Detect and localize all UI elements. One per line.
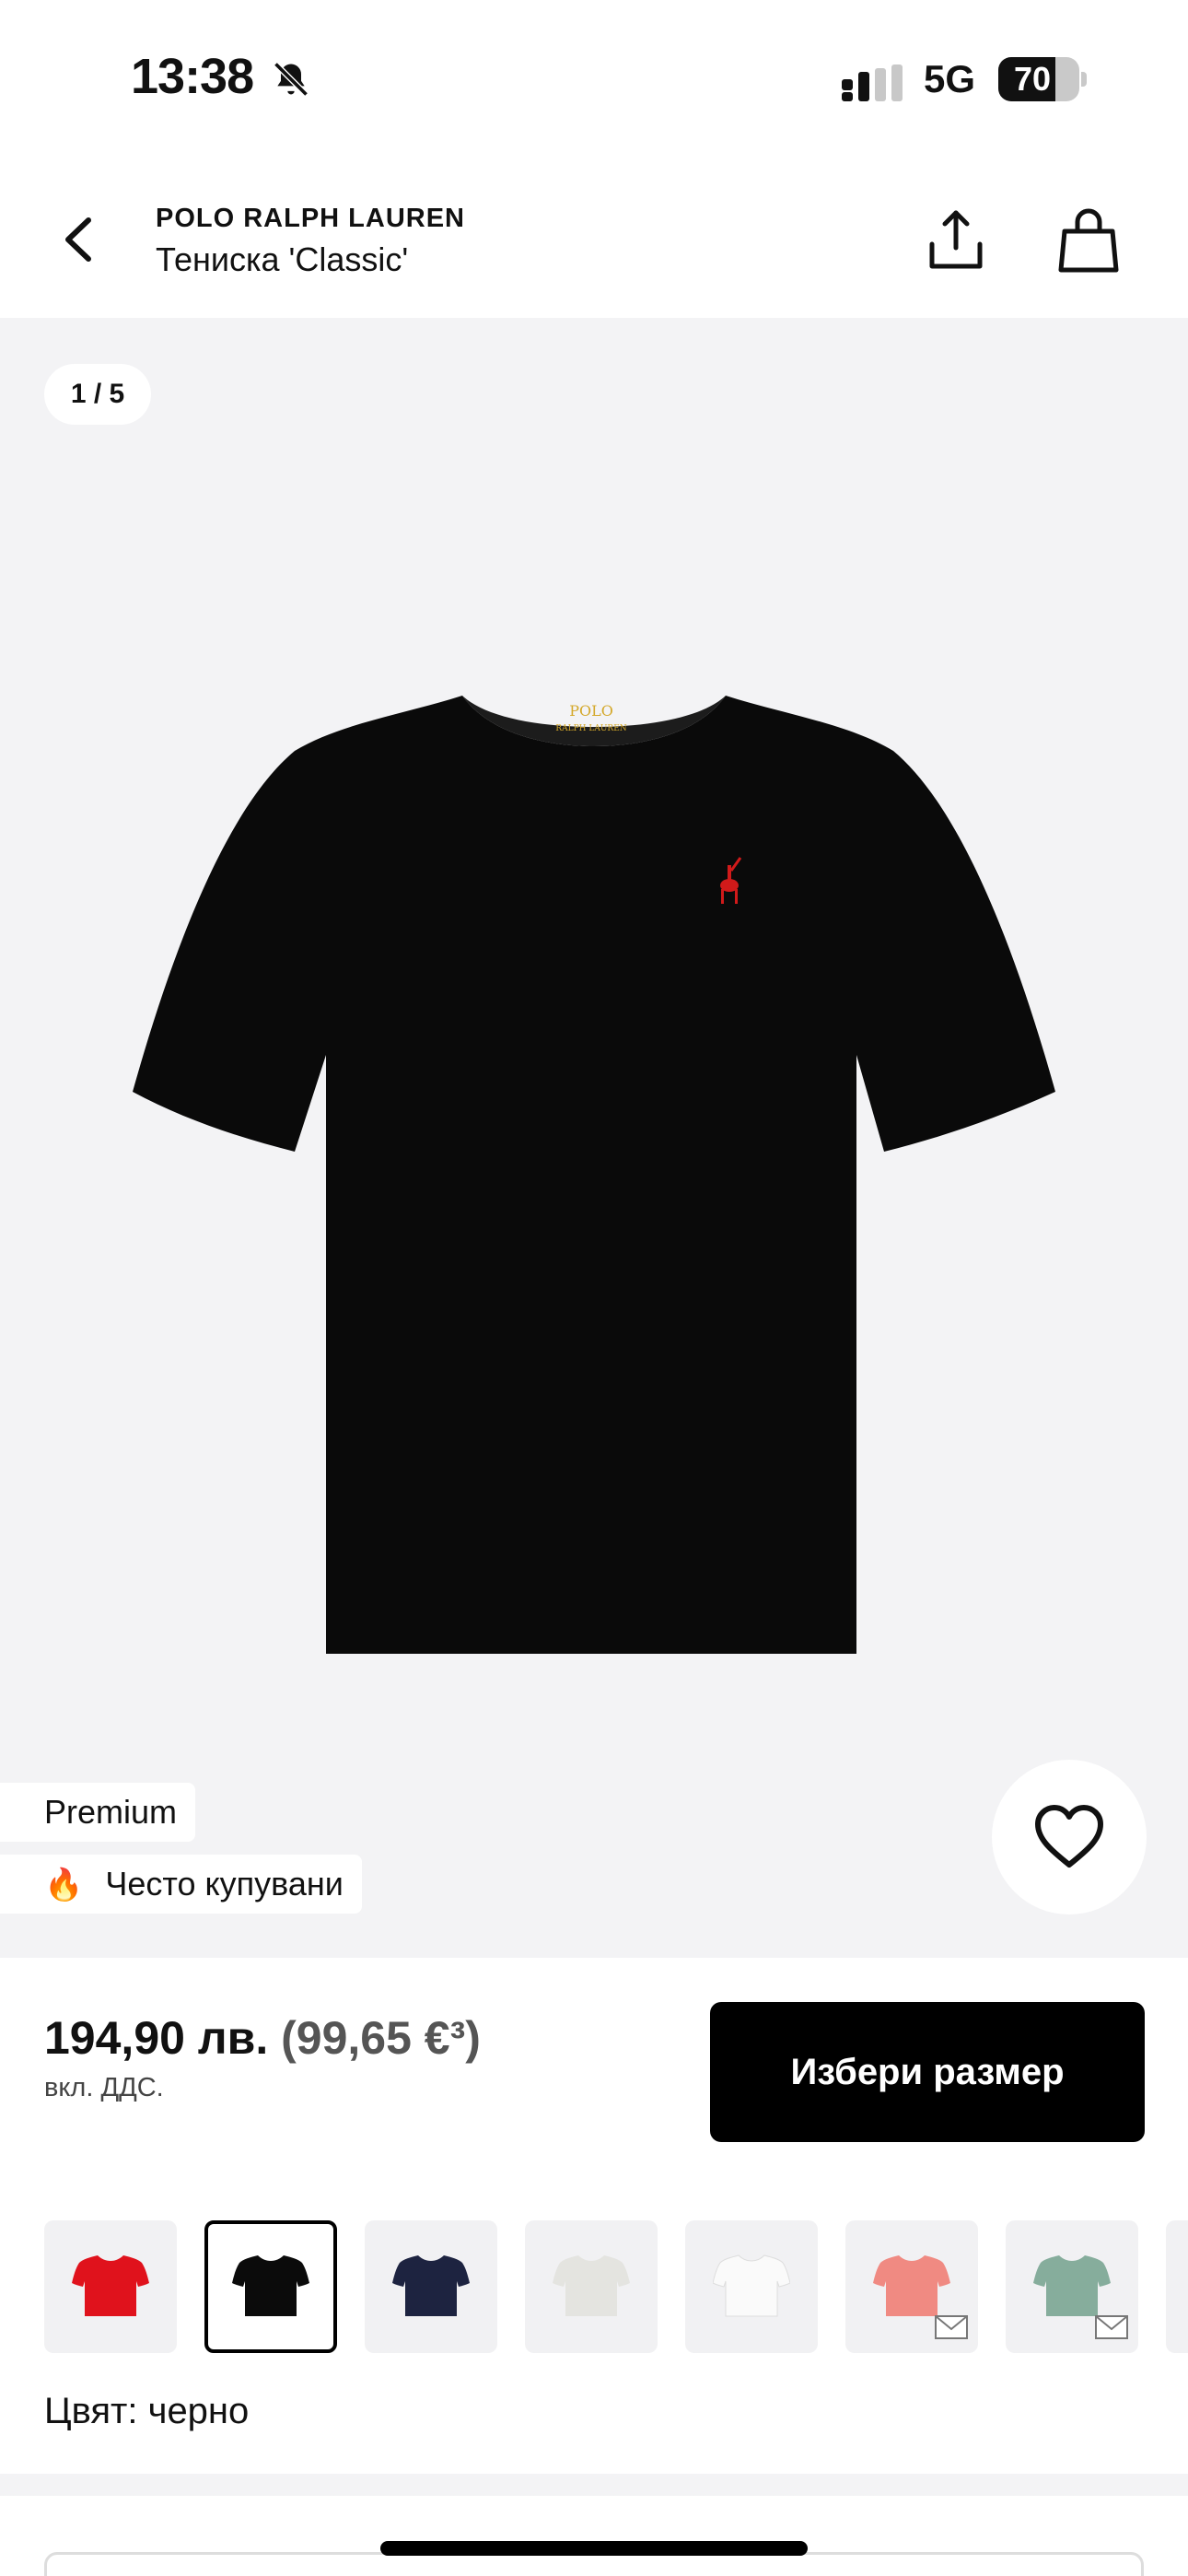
battery-percent: 70 [1013, 60, 1052, 98]
purchase-sheet: 194,90 лв. (99,65 €³) вкл. ДДС. Избери р… [0, 1958, 1188, 2474]
section-divider [0, 2474, 1188, 2496]
fire-icon: 🔥 [44, 1868, 84, 1903]
home-indicator [380, 2541, 808, 2556]
tshirt-thumbnail [1033, 2255, 1111, 2316]
product-header: POLO RALPH LAUREN Тениска 'Classic' [0, 161, 1188, 318]
tshirt-thumbnail [713, 2254, 790, 2317]
selected-color-label: Цвят: черно [44, 2391, 250, 2431]
price-eur: (99,65 €³) [281, 2012, 481, 2064]
svg-text:RALPH LAUREN: RALPH LAUREN [555, 724, 626, 733]
popular-tag-label: Често купувани [105, 1865, 344, 1903]
heart-icon [1035, 1805, 1103, 1868]
product-title: Тениска 'Classic' [156, 240, 409, 278]
popular-tag: 🔥 Често купувани [0, 1855, 362, 1914]
color-swatch[interactable] [525, 2220, 658, 2353]
product-gallery[interactable]: 1 / 5 POLO RALPH LAUREN Premium 🔥 Често к… [0, 318, 1188, 1958]
status-time: 13:38 [131, 49, 254, 104]
tshirt-thumbnail [873, 2255, 950, 2316]
tshirt-thumbnail [232, 2255, 309, 2316]
color-swatch[interactable] [365, 2220, 497, 2353]
color-swatch[interactable] [1166, 2220, 1188, 2353]
tshirt-thumbnail [72, 2255, 149, 2316]
product-image[interactable]: POLO RALPH LAUREN [129, 659, 1059, 1654]
color-swatch[interactable] [204, 2220, 337, 2353]
signal-icon [842, 64, 903, 101]
color-swatches [44, 2220, 1188, 2355]
premium-tag: Premium [0, 1783, 196, 1842]
back-button[interactable] [48, 207, 112, 272]
svg-text:POLO: POLO [569, 702, 613, 720]
color-swatch[interactable] [1006, 2220, 1138, 2353]
color-swatch[interactable] [685, 2220, 818, 2353]
brand-name[interactable]: POLO RALPH LAUREN [156, 204, 465, 234]
price: 194,90 лв. [44, 2012, 269, 2064]
mail-icon [935, 2315, 968, 2339]
wishlist-button[interactable] [992, 1760, 1147, 1914]
battery-icon: 70 [998, 57, 1087, 101]
color-swatch[interactable] [44, 2220, 177, 2353]
mail-icon [1095, 2315, 1128, 2339]
network-label: 5G [924, 57, 976, 100]
price-row: 194,90 лв. (99,65 €³) [44, 2011, 481, 2065]
tshirt-thumbnail [553, 2255, 630, 2316]
bell-muted-icon [274, 62, 309, 97]
select-size-button[interactable]: Избери размер [710, 2002, 1145, 2142]
vat-note: вкл. ДДС. [44, 2073, 164, 2102]
share-icon[interactable] [921, 205, 991, 275]
tshirt-thumbnail [392, 2255, 470, 2316]
color-swatch[interactable] [845, 2220, 978, 2353]
image-page-indicator: 1 / 5 [44, 364, 151, 425]
shopping-bag-icon[interactable] [1054, 205, 1124, 275]
status-bar: 13:38 5G 70 [0, 0, 1188, 161]
